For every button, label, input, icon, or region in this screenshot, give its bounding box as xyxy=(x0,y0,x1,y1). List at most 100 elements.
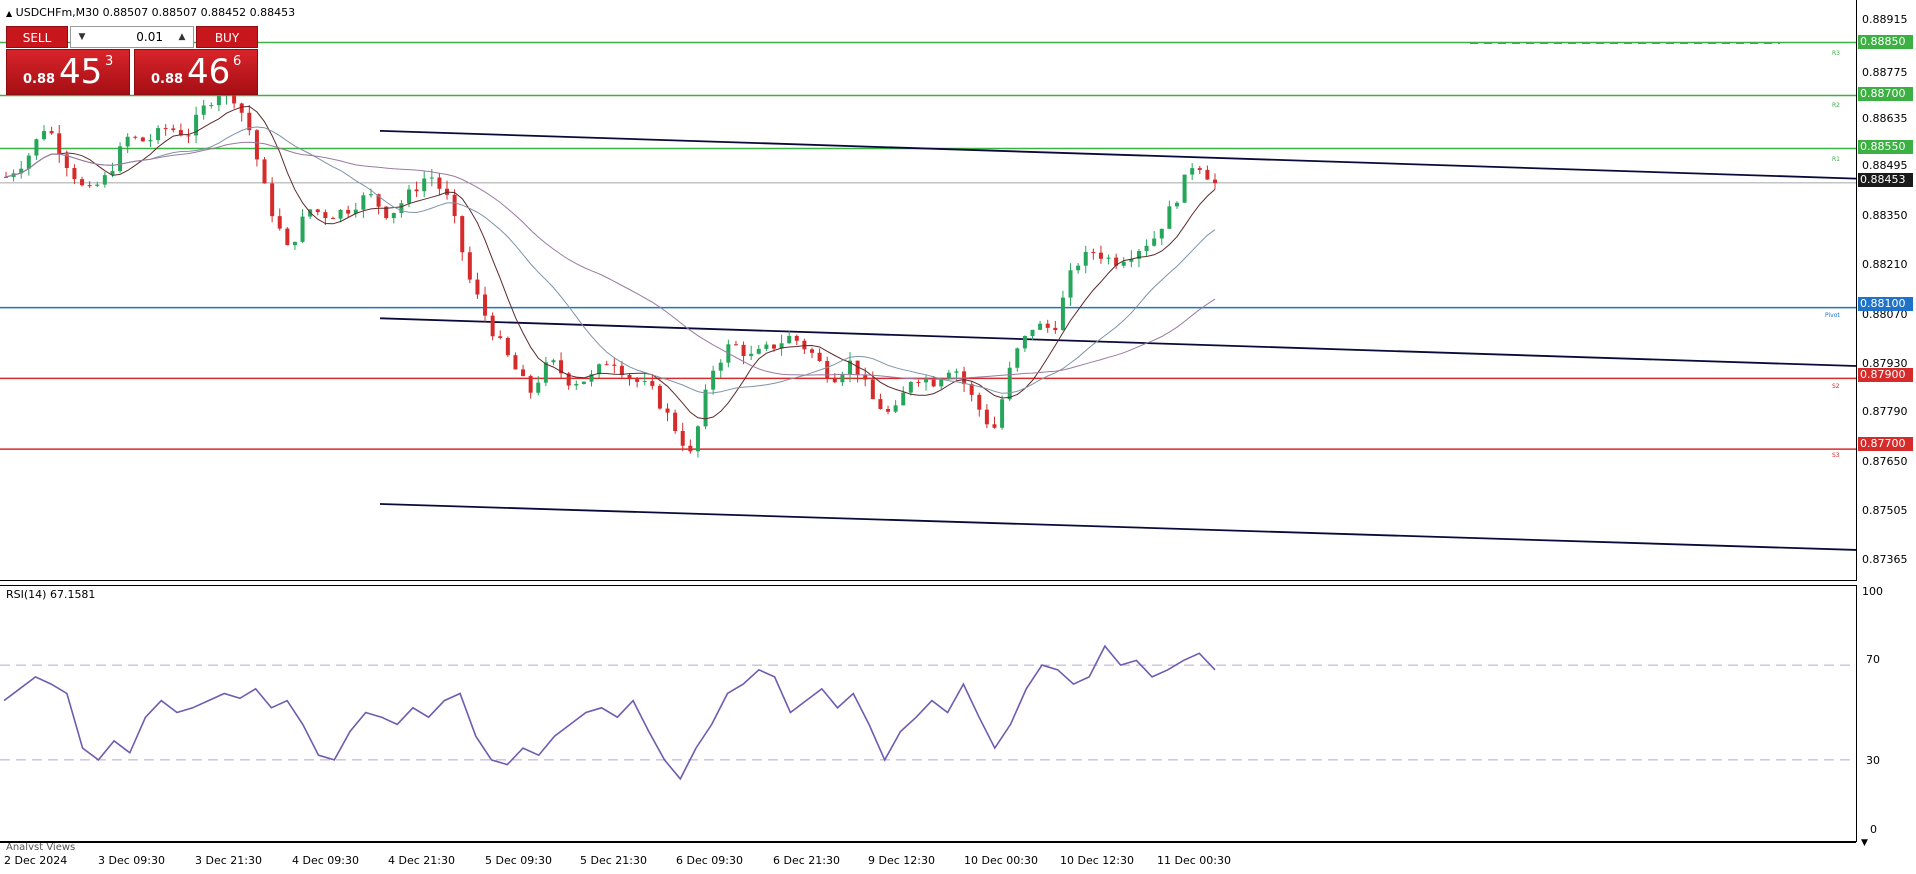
scroll-down-icon[interactable]: ▼ xyxy=(1861,838,1868,848)
buy-price-pips: 46 xyxy=(187,52,231,92)
candle-body xyxy=(125,136,130,147)
candle-body xyxy=(886,408,891,412)
candle-body xyxy=(330,218,335,220)
candle-body xyxy=(764,344,769,349)
candle-body xyxy=(118,146,123,172)
candle-body xyxy=(627,375,632,380)
rsi-canvas[interactable] xyxy=(0,586,1856,841)
candle-body xyxy=(1197,168,1202,170)
price-tick: 0.88210 xyxy=(1862,258,1908,271)
candle-body xyxy=(391,212,396,219)
candle-body xyxy=(140,137,145,142)
candle-body xyxy=(528,376,533,393)
candle-body xyxy=(346,209,351,214)
analyst-views-label[interactable]: Analyst Views xyxy=(6,842,75,850)
candle-body xyxy=(870,379,875,400)
candle-body xyxy=(1106,257,1111,259)
candle-body xyxy=(26,155,31,169)
candle-body xyxy=(718,362,723,371)
rsi-axis[interactable]: 100 70 30 0 xyxy=(1858,585,1916,840)
candle-body xyxy=(551,360,556,363)
candle-body xyxy=(946,372,951,380)
candle-body xyxy=(270,183,275,217)
candle-body xyxy=(680,430,685,446)
candle-body xyxy=(901,392,906,406)
candle-body xyxy=(954,371,959,373)
rsi-tick: 100 xyxy=(1862,585,1883,598)
candle-body xyxy=(794,335,799,341)
candle-body xyxy=(452,194,457,217)
price-chart-canvas[interactable] xyxy=(0,0,1856,580)
candle-body xyxy=(521,369,526,377)
candle-body xyxy=(277,216,282,229)
symbol-ohlc-text: USDCHFm,M30 0.88507 0.88507 0.88452 0.88… xyxy=(15,6,296,19)
date-tick: 4 Dec 09:30 xyxy=(292,854,359,867)
candle-body xyxy=(87,185,92,187)
candle-body xyxy=(42,131,47,140)
buy-button[interactable]: BUY xyxy=(196,26,258,48)
candle-body xyxy=(787,335,792,344)
candle-body xyxy=(665,408,670,413)
rsi-indicator-pane[interactable] xyxy=(0,585,1857,842)
candle-body xyxy=(460,216,465,253)
price-tick: 0.88350 xyxy=(1862,209,1908,222)
candle-body xyxy=(642,381,647,383)
date-axis-line xyxy=(0,842,1856,843)
candle-body xyxy=(57,133,62,155)
candle-body xyxy=(407,189,411,204)
collapse-triangle-icon[interactable]: ▲ xyxy=(6,9,12,18)
lot-decrease-icon[interactable]: ▼ xyxy=(71,27,93,47)
candle-body xyxy=(156,128,161,141)
candle-body xyxy=(490,315,495,337)
buy-price-box[interactable]: 0.88 46 6 xyxy=(134,49,258,95)
candle-body xyxy=(338,209,343,219)
price-tick: 0.88635 xyxy=(1862,112,1908,125)
candle-body xyxy=(49,131,54,134)
price-tick: 0.87365 xyxy=(1862,553,1908,566)
candle-body xyxy=(1167,206,1172,229)
price-tick: 0.88775 xyxy=(1862,66,1908,79)
candle-body xyxy=(1076,265,1081,271)
candle-body xyxy=(315,209,320,213)
candle-body xyxy=(863,375,868,380)
date-tick: 10 Dec 00:30 xyxy=(964,854,1038,867)
candle-body xyxy=(414,189,419,192)
r1-price-tag: 0.88550 xyxy=(1858,140,1913,154)
rsi-tick: 0 xyxy=(1870,823,1877,836)
candle-body xyxy=(931,379,936,387)
candle-body xyxy=(1007,367,1012,400)
sell-price-box[interactable]: 0.88 45 3 xyxy=(6,49,130,95)
candle-body xyxy=(992,424,997,428)
date-tick: 10 Dec 12:30 xyxy=(1060,854,1134,867)
candle-body xyxy=(209,105,214,107)
candle-body xyxy=(216,96,221,106)
candle-body xyxy=(840,374,845,383)
candle-body xyxy=(186,135,191,137)
price-chart-pane[interactable] xyxy=(0,0,1857,581)
candle-body xyxy=(467,252,472,280)
candle-body xyxy=(1205,169,1210,180)
candle-body xyxy=(285,228,290,246)
candle-body xyxy=(825,361,830,379)
candle-body xyxy=(201,105,206,115)
candle-body xyxy=(695,426,700,452)
candle-body xyxy=(1045,323,1050,328)
sell-button[interactable]: SELL xyxy=(6,26,68,48)
candle-body xyxy=(1213,179,1217,184)
date-tick: 5 Dec 21:30 xyxy=(580,854,647,867)
lot-increase-icon[interactable]: ▲ xyxy=(171,27,193,47)
candle-body xyxy=(80,179,85,186)
lot-value[interactable]: 0.01 xyxy=(136,30,163,44)
candle-body xyxy=(239,103,244,113)
candle-body xyxy=(1121,261,1126,266)
sell-price-fraction: 3 xyxy=(105,54,114,69)
lot-size-field[interactable]: ▼ 0.01 ▲ xyxy=(70,26,194,48)
s3-level-name: S3 xyxy=(1832,452,1840,459)
s3-price-tag: 0.87700 xyxy=(1858,437,1913,451)
candle-body xyxy=(1091,251,1096,253)
date-tick: 3 Dec 09:30 xyxy=(98,854,165,867)
candle-body xyxy=(1159,228,1164,239)
current-price-tag: 0.88453 xyxy=(1858,173,1913,187)
candle-body xyxy=(1053,327,1058,331)
candle-body xyxy=(323,212,328,219)
